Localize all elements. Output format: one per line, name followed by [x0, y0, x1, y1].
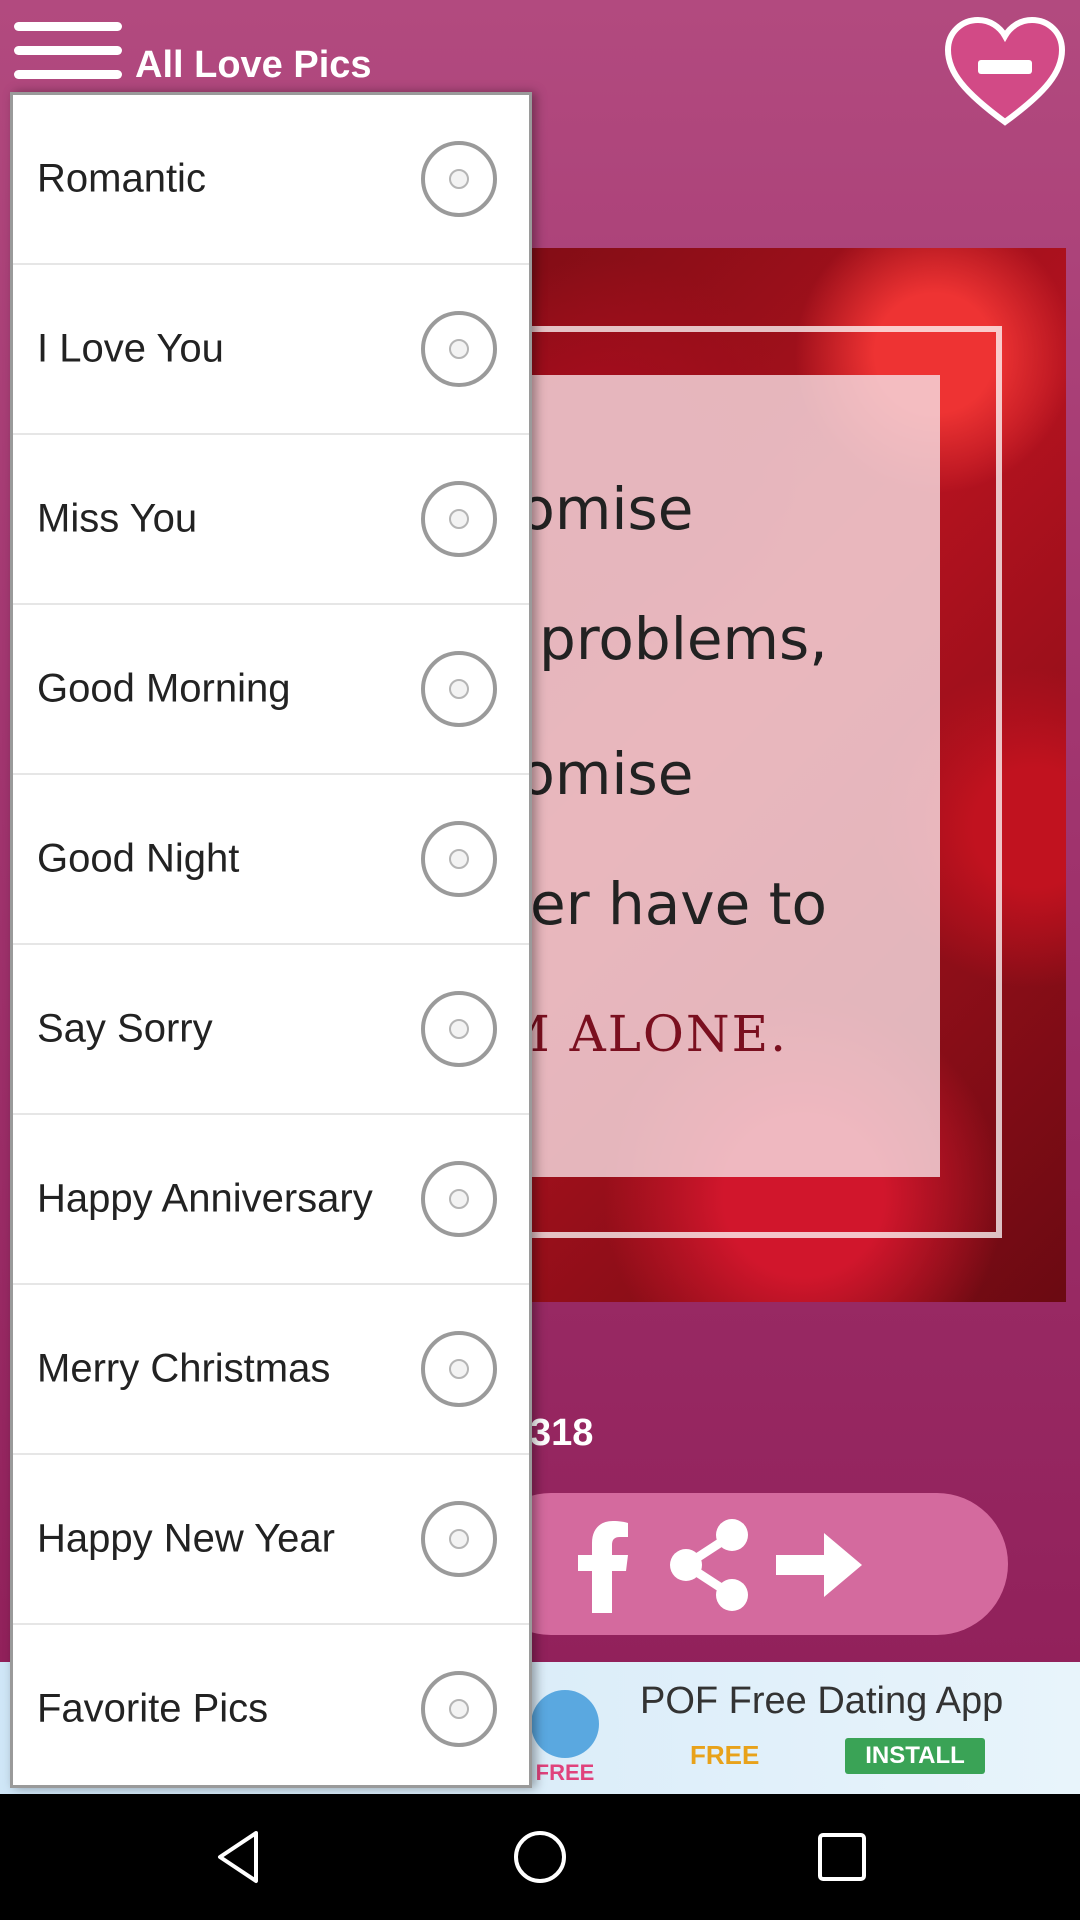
drawer-item-happy-anniversary[interactable]: Happy Anniversary — [13, 1115, 529, 1285]
picture-text-line: ur problems, — [460, 605, 828, 673]
radio-button[interactable] — [421, 991, 497, 1067]
next-arrow-icon[interactable] — [770, 1517, 866, 1613]
facebook-icon[interactable] — [568, 1517, 638, 1613]
ad-title: POF Free Dating App — [640, 1680, 1004, 1722]
drawer-item-label: Good Night — [37, 836, 240, 881]
drawer-item-label: Happy New Year — [37, 1516, 335, 1561]
drawer-item-favorite-pics[interactable]: Favorite Pics — [13, 1625, 529, 1793]
home-circle-icon[interactable] — [510, 1827, 570, 1887]
app-title: All Love Pics — [135, 44, 372, 86]
share-icon[interactable] — [666, 1517, 752, 1613]
drawer-item-label: Say Sorry — [37, 1006, 213, 1051]
radio-button[interactable] — [421, 1161, 497, 1237]
drawer-item-i-love-you[interactable]: I Love You — [13, 265, 529, 435]
drawer-item-label: Merry Christmas — [37, 1346, 331, 1391]
drawer-item-good-morning[interactable]: Good Morning — [13, 605, 529, 775]
drawer-item-good-night[interactable]: Good Night — [13, 775, 529, 945]
system-nav-bar — [0, 1794, 1080, 1920]
drawer-item-label: Romantic — [37, 156, 206, 201]
drawer-item-label: Good Morning — [37, 666, 291, 711]
radio-button[interactable] — [421, 651, 497, 727]
radio-button[interactable] — [421, 141, 497, 217]
radio-button[interactable] — [421, 481, 497, 557]
drawer-item-label: I Love You — [37, 326, 224, 371]
picture-text-line: ever have to — [460, 870, 827, 938]
back-triangle-icon[interactable] — [210, 1827, 270, 1887]
picture-text-line: EM ALONE. — [460, 1005, 789, 1063]
radio-button[interactable] — [421, 1671, 497, 1747]
pof-logo-icon: FREE — [531, 1690, 599, 1785]
radio-button[interactable] — [421, 311, 497, 387]
drawer-item-label: Favorite Pics — [37, 1686, 269, 1731]
ad-logo-badge: FREE — [536, 1760, 595, 1785]
ad-free-label: FREE — [690, 1740, 760, 1770]
picture-text-line: promise — [460, 475, 694, 543]
drawer-item-miss-you[interactable]: Miss You — [13, 435, 529, 605]
drawer-item-merry-christmas[interactable]: Merry Christmas — [13, 1285, 529, 1455]
radio-button[interactable] — [421, 1501, 497, 1577]
share-bar — [480, 1493, 1008, 1635]
recents-square-icon[interactable] — [812, 1827, 872, 1887]
picture-text-line: promise — [460, 740, 694, 808]
drawer-item-romantic[interactable]: Romantic — [13, 95, 529, 265]
heart-minus-icon[interactable] — [944, 16, 1066, 128]
hamburger-menu-icon[interactable] — [14, 18, 122, 80]
drawer-item-say-sorry[interactable]: Say Sorry — [13, 945, 529, 1115]
drawer-item-happy-new-year[interactable]: Happy New Year — [13, 1455, 529, 1625]
picture-counter: 318 — [530, 1412, 594, 1454]
radio-button[interactable] — [421, 821, 497, 897]
radio-button[interactable] — [421, 1331, 497, 1407]
drawer-item-label: Happy Anniversary — [37, 1176, 373, 1221]
category-drawer: Romantic I Love You Miss You Good Mornin… — [10, 92, 532, 1788]
drawer-item-label: Miss You — [37, 496, 198, 541]
ad-install-button[interactable]: INSTALL — [845, 1738, 985, 1774]
